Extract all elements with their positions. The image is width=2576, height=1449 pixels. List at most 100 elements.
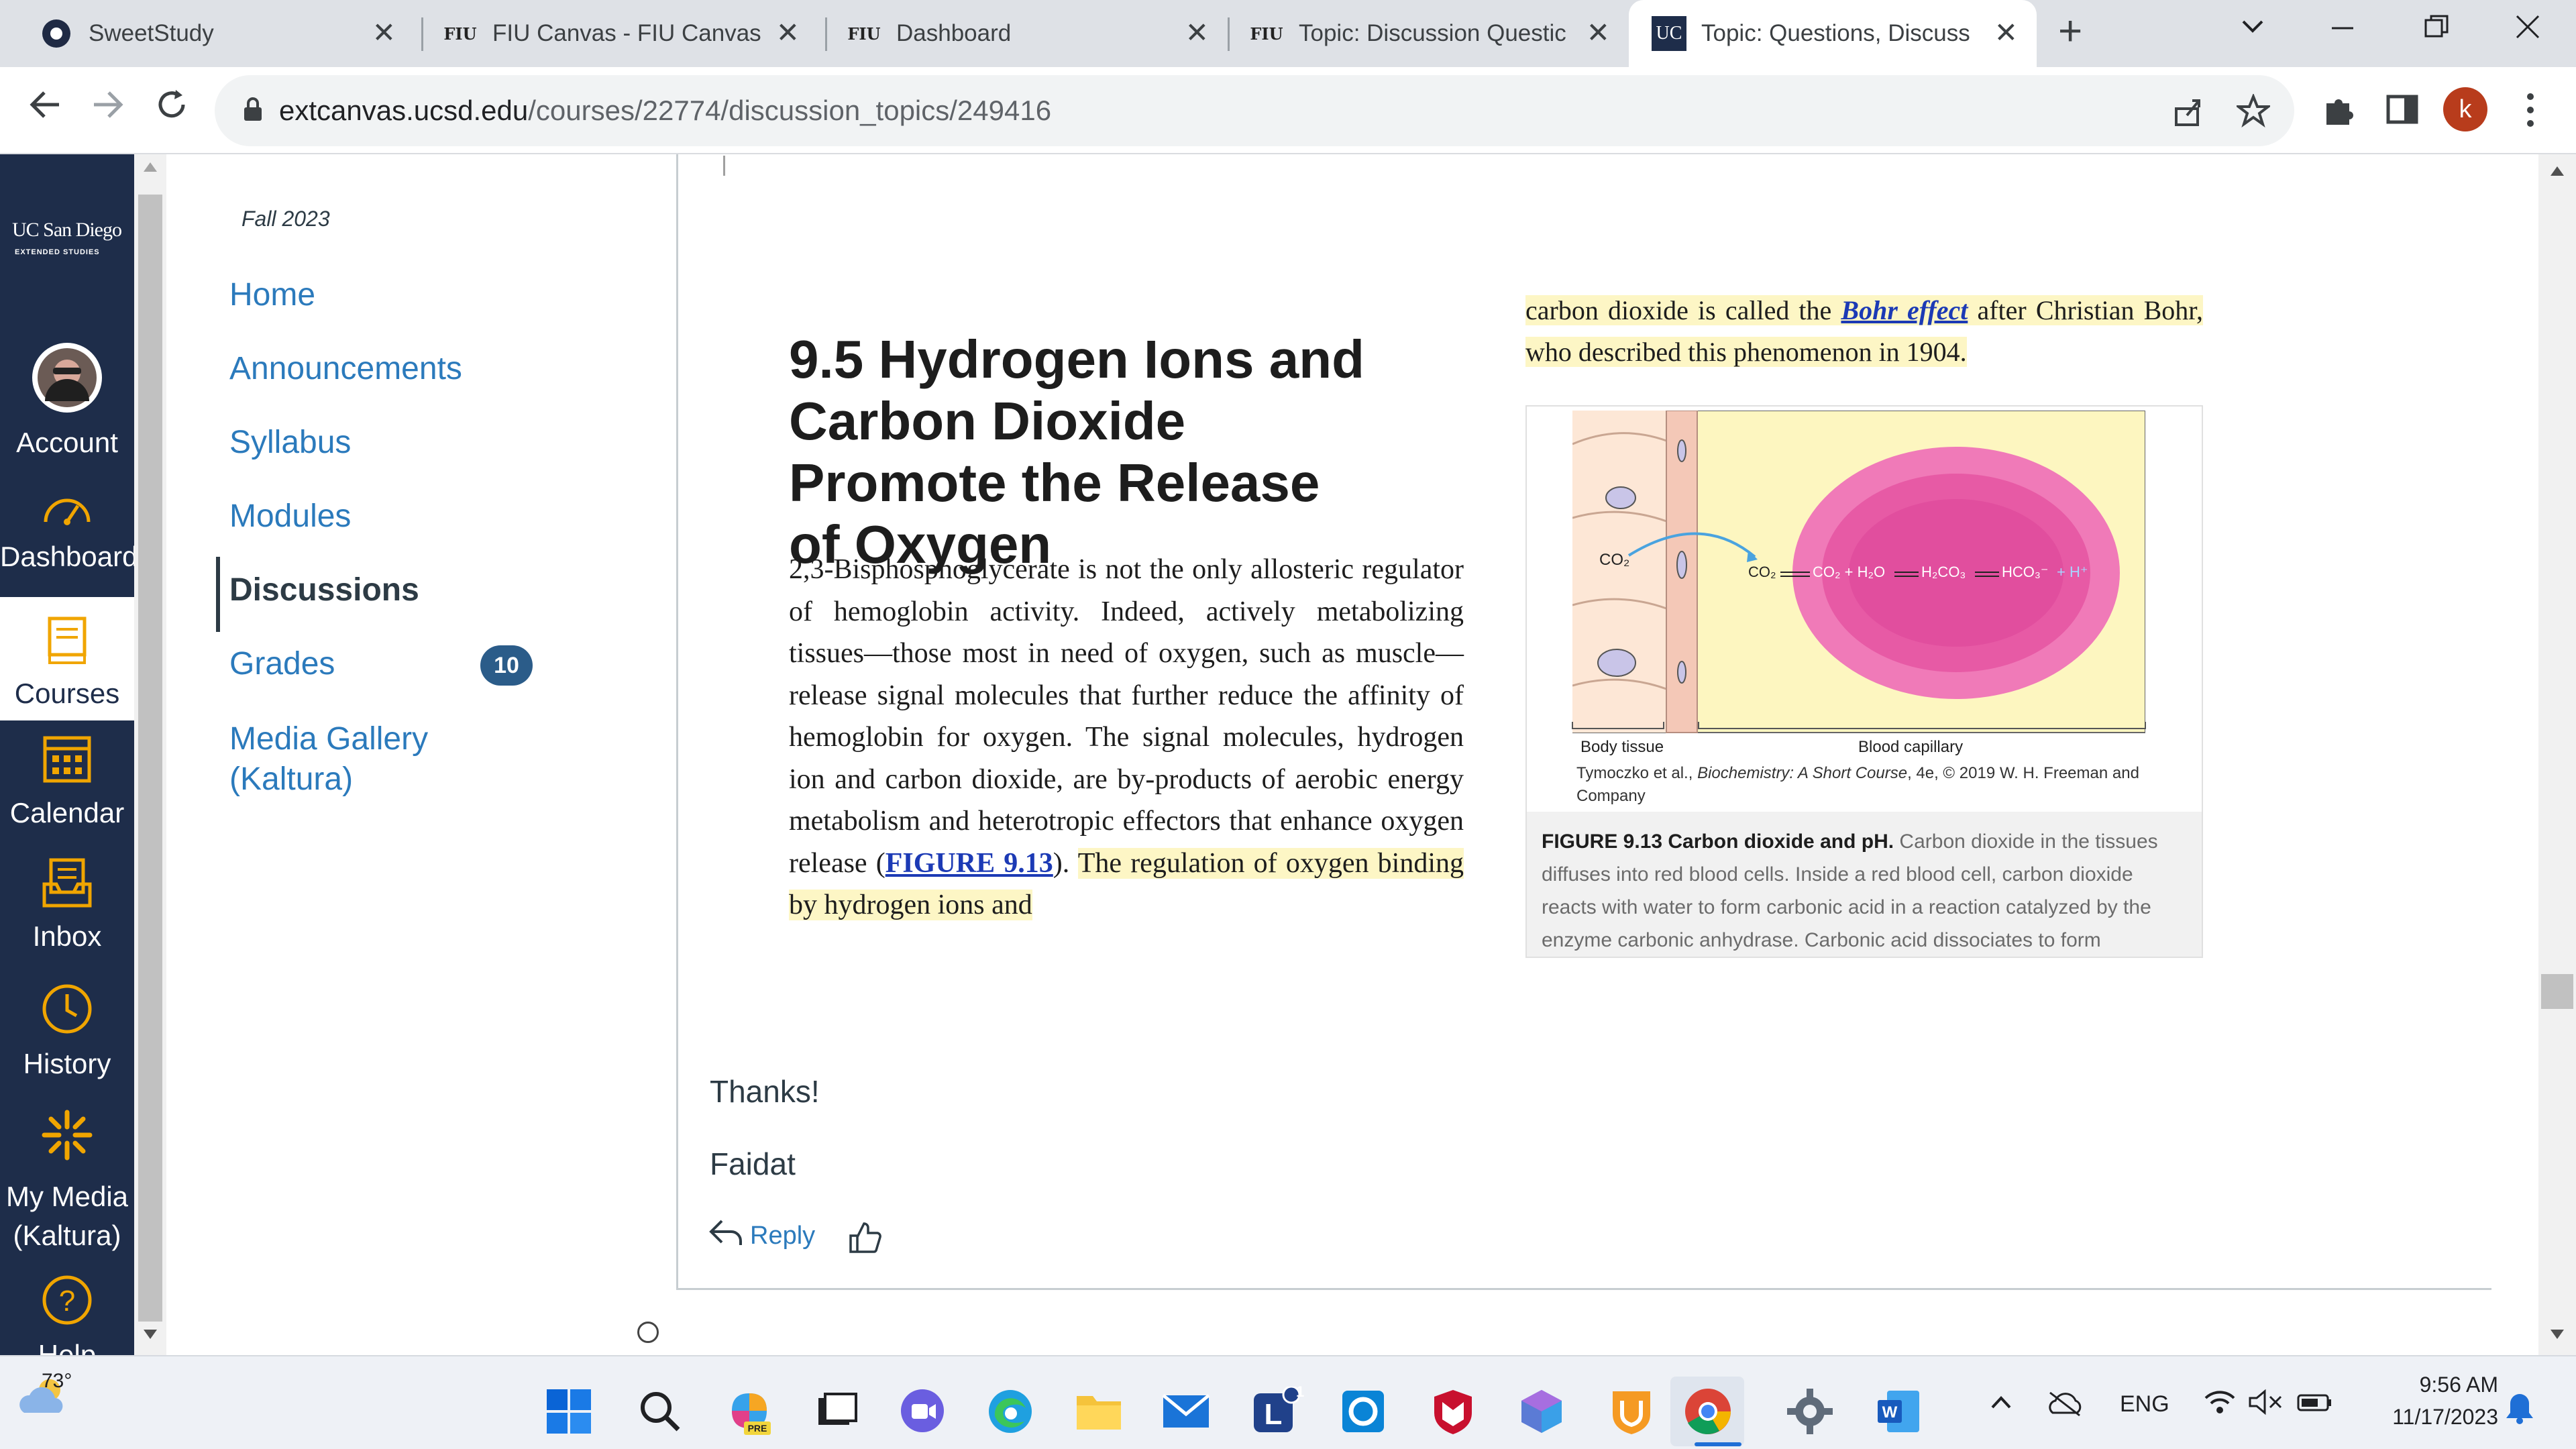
course-nav-media-gallery[interactable]: Media Gallery (Kaltura) bbox=[229, 719, 458, 800]
lockdown-l-icon[interactable]: L bbox=[1248, 1385, 1301, 1438]
chat-camera-icon[interactable] bbox=[896, 1385, 950, 1438]
nav-courses[interactable]: Courses bbox=[0, 597, 134, 720]
ucsd-favicon-icon: UC bbox=[1652, 16, 1686, 51]
mail-icon[interactable] bbox=[1159, 1385, 1213, 1438]
restore-icon[interactable] bbox=[2422, 12, 2451, 49]
search-icon[interactable] bbox=[633, 1385, 687, 1438]
kebab-menu-icon[interactable] bbox=[2524, 90, 2537, 133]
close-tab-icon[interactable]: ✕ bbox=[1185, 19, 1209, 47]
tab-label: Dashboard bbox=[896, 20, 1012, 46]
new-tab-icon[interactable]: + bbox=[2058, 11, 2082, 52]
word-icon[interactable]: W bbox=[1872, 1385, 1925, 1438]
page-scroll-down-icon[interactable] bbox=[2549, 1328, 2565, 1344]
close-tab-icon[interactable]: ✕ bbox=[1587, 19, 1610, 47]
notification-bell-icon[interactable] bbox=[2505, 1391, 2534, 1428]
battery-icon[interactable] bbox=[2297, 1393, 2333, 1416]
wifi-icon[interactable] bbox=[2203, 1389, 2237, 1419]
course-nav-announcements[interactable]: Announcements bbox=[229, 350, 462, 387]
tab-sweetstudy[interactable]: SweetStudy ✕ bbox=[39, 0, 415, 67]
history-clock-icon bbox=[0, 982, 134, 1042]
ucsd-logo[interactable]: UC San Diego bbox=[12, 219, 126, 241]
nav-label: Inbox bbox=[32, 920, 102, 952]
svg-text:W: W bbox=[1882, 1403, 1898, 1421]
copilot-pre-icon[interactable]: PRE bbox=[723, 1385, 777, 1438]
course-nav-grades[interactable]: Grades bbox=[229, 645, 335, 682]
svg-text:PRE: PRE bbox=[748, 1423, 767, 1434]
scroll-up-arrow-icon[interactable] bbox=[142, 160, 158, 176]
course-nav-home[interactable]: Home bbox=[229, 276, 315, 313]
close-tab-icon[interactable]: ✕ bbox=[776, 19, 800, 47]
chrome-browser-icon[interactable] bbox=[1681, 1385, 1735, 1438]
nav-my-media[interactable]: My Media (Kaltura) bbox=[0, 1108, 134, 1255]
side-panel-icon[interactable] bbox=[2384, 91, 2420, 131]
profile-avatar[interactable]: k bbox=[2443, 87, 2487, 131]
courses-book-icon bbox=[0, 614, 134, 672]
minimize-icon[interactable] bbox=[2328, 12, 2357, 49]
lock-icon bbox=[243, 97, 263, 125]
mcafee-shield-icon[interactable] bbox=[1426, 1385, 1480, 1438]
tab-dashboard[interactable]: FIU Dashboard ✕ bbox=[847, 0, 1228, 67]
fiu-favicon-icon: FIU bbox=[847, 23, 881, 44]
course-nav-discussions[interactable]: Discussions bbox=[229, 572, 419, 608]
bookmark-star-icon[interactable] bbox=[2235, 93, 2272, 131]
tab-discussion-questions[interactable]: FIU Topic: Discussion Questic ✕ bbox=[1249, 0, 1629, 67]
tab-divider bbox=[421, 17, 423, 51]
clock-time: 9:56 AM bbox=[2419, 1373, 2498, 1397]
reply-label: Reply bbox=[750, 1221, 816, 1250]
reply-button[interactable]: Reply bbox=[707, 1216, 815, 1256]
tab-fiu-canvas[interactable]: FIU FIU Canvas - FIU Canvas ✕ bbox=[443, 0, 818, 67]
fiu-favicon-icon: FIU bbox=[1250, 23, 1283, 44]
label-body-tissue: Body tissue bbox=[1580, 738, 1664, 756]
page-scroll-up-icon[interactable] bbox=[2549, 165, 2565, 180]
shield-badge-icon[interactable] bbox=[1605, 1385, 1658, 1438]
radio-circle-icon[interactable] bbox=[637, 1322, 659, 1343]
nav-inbox[interactable]: Inbox bbox=[0, 857, 134, 953]
svg-text:?: ? bbox=[59, 1285, 75, 1318]
close-tab-icon[interactable]: ✕ bbox=[1994, 19, 2018, 47]
volume-muted-icon[interactable] bbox=[2247, 1389, 2284, 1419]
figure-credit: Tymoczko et al., Biochemistry: A Short C… bbox=[1576, 764, 2139, 805]
windows-start-icon[interactable] bbox=[542, 1385, 596, 1438]
svg-text:HCO₃⁻: HCO₃⁻ bbox=[2002, 564, 2048, 580]
cube-app-icon[interactable] bbox=[1515, 1385, 1568, 1438]
nav-scrollbar-thumb[interactable] bbox=[138, 195, 162, 1322]
settings-gear-icon[interactable] bbox=[1783, 1385, 1837, 1438]
cortana-ring-icon[interactable] bbox=[1336, 1385, 1390, 1438]
page-scrollbar[interactable] bbox=[2538, 154, 2576, 1355]
text-caret bbox=[723, 156, 725, 176]
figure-9-13-link[interactable]: FIGURE 9.13 bbox=[885, 848, 1053, 879]
nav-calendar[interactable]: Calendar bbox=[0, 731, 134, 829]
close-tab-icon[interactable]: ✕ bbox=[372, 19, 396, 47]
nav-history[interactable]: History bbox=[0, 982, 134, 1080]
nav-dashboard[interactable]: Dashboard bbox=[0, 488, 138, 573]
clock[interactable]: 9:56 AM 11/17/2023 bbox=[2345, 1368, 2498, 1433]
tab-active-questions[interactable]: UC Topic: Questions, Discuss ✕ bbox=[1629, 0, 2037, 67]
share-icon[interactable] bbox=[2172, 95, 2204, 131]
sweetstudy-favicon-icon bbox=[39, 16, 74, 51]
like-thumbs-up-icon[interactable] bbox=[847, 1220, 883, 1259]
nav-account[interactable]: Account bbox=[0, 341, 134, 459]
tab-search-chevron-icon[interactable] bbox=[2238, 12, 2267, 49]
extensions-puzzle-icon[interactable] bbox=[2320, 91, 2357, 132]
onedrive-offline-icon[interactable] bbox=[2046, 1390, 2084, 1420]
language-indicator[interactable]: ENG bbox=[2120, 1391, 2169, 1417]
forward-arrow-icon[interactable] bbox=[87, 85, 127, 135]
reload-icon[interactable] bbox=[152, 85, 192, 135]
show-hidden-icons-chevron-icon[interactable] bbox=[1990, 1394, 2012, 1413]
edge-browser-icon[interactable] bbox=[983, 1385, 1037, 1438]
address-bar[interactable]: extcanvas.ucsd.edu/courses/22774/discuss… bbox=[215, 75, 2294, 146]
file-explorer-icon[interactable] bbox=[1072, 1385, 1126, 1438]
bohr-effect-link[interactable]: Bohr effect bbox=[1841, 295, 1968, 325]
back-arrow-icon[interactable] bbox=[25, 85, 66, 135]
course-nav-syllabus[interactable]: Syllabus bbox=[229, 424, 351, 461]
page-scrollbar-thumb[interactable] bbox=[2541, 974, 2573, 1009]
course-nav-modules[interactable]: Modules bbox=[229, 498, 351, 535]
close-window-icon[interactable] bbox=[2513, 12, 2542, 49]
tab-divider bbox=[825, 17, 827, 51]
calendar-icon bbox=[0, 731, 134, 792]
figure-caption: FIGURE 9.13 Carbon dioxide and pH. Carbo… bbox=[1527, 812, 2202, 957]
scroll-down-arrow-icon[interactable] bbox=[142, 1328, 158, 1345]
svg-text:+ H⁺: + H⁺ bbox=[2057, 564, 2088, 580]
tab-label: FIU Canvas - FIU Canvas bbox=[492, 20, 761, 46]
task-view-icon[interactable] bbox=[810, 1385, 864, 1438]
